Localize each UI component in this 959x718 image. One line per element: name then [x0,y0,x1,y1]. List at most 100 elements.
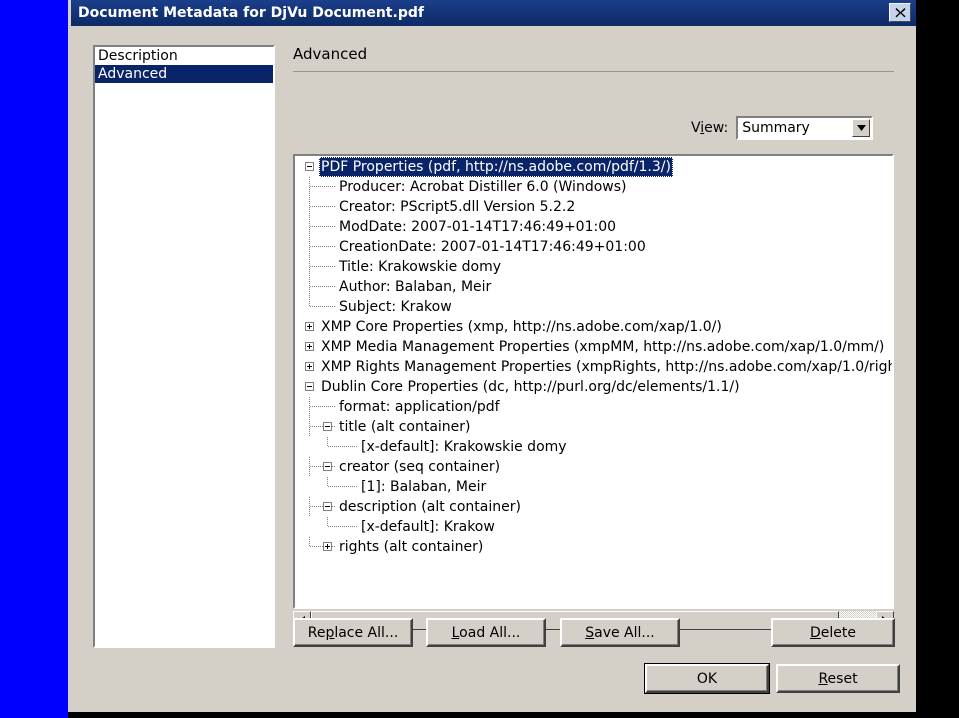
tree-row[interactable]: CreationDate: 2007-01-14T17:46:49+01:00 [295,237,892,257]
tree-row-label: description (alt container) [339,499,521,515]
tree-connector-line [309,257,310,277]
section-list[interactable]: Description Advanced [93,45,275,648]
view-select-value: Summary [742,120,810,136]
sidebar-item-label: Advanced [98,66,168,82]
metadata-tree[interactable]: PDF Properties (pdf, http://ns.adobe.com… [293,154,894,609]
view-select[interactable]: Summary [736,116,874,140]
replace-all-button-label: Replace All... [307,624,399,641]
tree-connector-line [309,277,310,297]
tree-row[interactable]: rights (alt container) [295,537,892,557]
reset-button-label: Reset [818,670,858,687]
document-metadata-dialog: Document Metadata for DjVu Document.pdf … [68,0,916,712]
desktop-background-left [0,0,68,718]
ok-button[interactable]: OK [645,664,769,693]
tree-connector-line [309,457,310,477]
window-title: Document Metadata for DjVu Document.pdf [78,5,424,21]
dialog-client-area: Description Advanced Advanced View: Summ… [71,26,916,712]
tree-row-label: [1]: Balaban, Meir [361,479,487,495]
collapse-icon[interactable] [305,162,314,171]
collapse-icon[interactable] [323,422,332,431]
tree-row-label: [x-default]: Krakow [361,519,495,535]
replace-all-button[interactable]: Replace All... [293,618,413,647]
delete-button[interactable]: Delete [771,618,895,647]
tree-row[interactable]: [1]: Balaban, Meir [295,477,892,497]
tree-row[interactable]: description (alt container) [295,497,892,517]
collapse-icon[interactable] [323,462,332,471]
tree-connector-line [328,526,357,527]
divider [293,71,894,72]
tree-rows-container: PDF Properties (pdf, http://ns.adobe.com… [295,156,892,557]
tree-row[interactable]: Producer: Acrobat Distiller 6.0 (Windows… [295,177,892,197]
title-bar[interactable]: Document Metadata for DjVu Document.pdf [71,0,916,26]
sidebar-item-label: Description [98,48,178,64]
tree-connector-line [309,237,310,257]
tree-row[interactable]: ModDate: 2007-01-14T17:46:49+01:00 [295,217,892,237]
tree-connector-line [309,197,310,217]
expand-icon[interactable] [305,362,314,371]
delete-button-label: Delete [810,624,856,641]
tree-row[interactable]: Subject: Krakow [295,297,892,317]
tree-connector-line [310,266,335,267]
tree-row-label: format: application/pdf [339,399,500,415]
collapse-icon[interactable] [323,502,332,511]
view-label: View: [691,120,729,136]
tree-row-label: Dublin Core Properties (dc, http://purl.… [321,379,740,395]
tree-row[interactable]: XMP Core Properties (xmp, http://ns.adob… [295,317,892,337]
tree-row-label: rights (alt container) [339,539,484,555]
load-all-button-label: Load All... [451,624,521,641]
tree-row-label: Producer: Acrobat Distiller 6.0 (Windows… [339,179,627,195]
sidebar-item-advanced[interactable]: Advanced [95,65,273,83]
tree-connector-line [309,217,310,237]
tree-row[interactable]: title (alt container) [295,417,892,437]
tree-row[interactable]: Author: Balaban, Meir [295,277,892,297]
tree-connector-line [309,497,310,517]
tree-connector-line [310,206,335,207]
sidebar-item-description[interactable]: Description [95,47,273,65]
tree-connector-line [310,246,335,247]
tree-row[interactable]: XMP Rights Management Properties (xmpRig… [295,357,892,377]
tree-row-label: Author: Balaban, Meir [339,279,492,295]
view-control-row: View: Summary [691,116,874,140]
tree-row[interactable]: PDF Properties (pdf, http://ns.adobe.com… [295,157,892,177]
tree-row-label: XMP Core Properties (xmp, http://ns.adob… [321,319,722,335]
page-title: Advanced [293,45,368,63]
tree-row[interactable]: creator (seq container) [295,457,892,477]
reset-button[interactable]: Reset [776,664,900,693]
tree-connector-line [310,286,335,287]
tree-row-label: Creator: PScript5.dll Version 5.2.2 [339,199,576,215]
tree-row-label: XMP Media Management Properties (xmpMM, … [321,339,885,355]
save-all-button[interactable]: Save All... [560,618,680,647]
tree-connector-line [328,446,357,447]
tree-row-label: CreationDate: 2007-01-14T17:46:49+01:00 [339,239,646,255]
tree-row[interactable]: Dublin Core Properties (dc, http://purl.… [295,377,892,397]
tree-row[interactable]: [x-default]: Krakowskie domy [295,437,892,457]
tree-row-label: title (alt container) [339,419,471,435]
tree-connector-line [328,486,357,487]
expand-icon[interactable] [305,322,314,331]
close-icon[interactable] [889,3,911,22]
tree-row-label: XMP Rights Management Properties (xmpRig… [321,359,894,375]
expand-icon[interactable] [323,542,332,551]
desktop-background-right [913,0,959,718]
save-all-button-label: Save All... [585,624,655,641]
desktop-background-bottom [68,712,913,718]
tree-row-label: PDF Properties (pdf, http://ns.adobe.com… [319,157,673,177]
tree-row[interactable]: XMP Media Management Properties (xmpMM, … [295,337,892,357]
tree-connector-line [310,226,335,227]
tree-row[interactable]: [x-default]: Krakow [295,517,892,537]
tree-connector-line [310,406,335,407]
tree-connector-line [309,417,310,437]
expand-icon[interactable] [305,342,314,351]
chevron-down-icon[interactable] [852,119,871,137]
load-all-button[interactable]: Load All... [426,618,546,647]
collapse-icon[interactable] [305,382,314,391]
tree-connector-line [309,177,310,197]
tree-row-label: ModDate: 2007-01-14T17:46:49+01:00 [339,219,617,235]
tree-row[interactable]: Creator: PScript5.dll Version 5.2.2 [295,197,892,217]
tree-connector-line [309,397,310,417]
tree-connector-line [310,306,335,307]
tree-row[interactable]: Title: Krakowskie domy [295,257,892,277]
tree-row-label: creator (seq container) [339,459,501,475]
tree-row[interactable]: format: application/pdf [295,397,892,417]
tree-connector-line [310,186,335,187]
